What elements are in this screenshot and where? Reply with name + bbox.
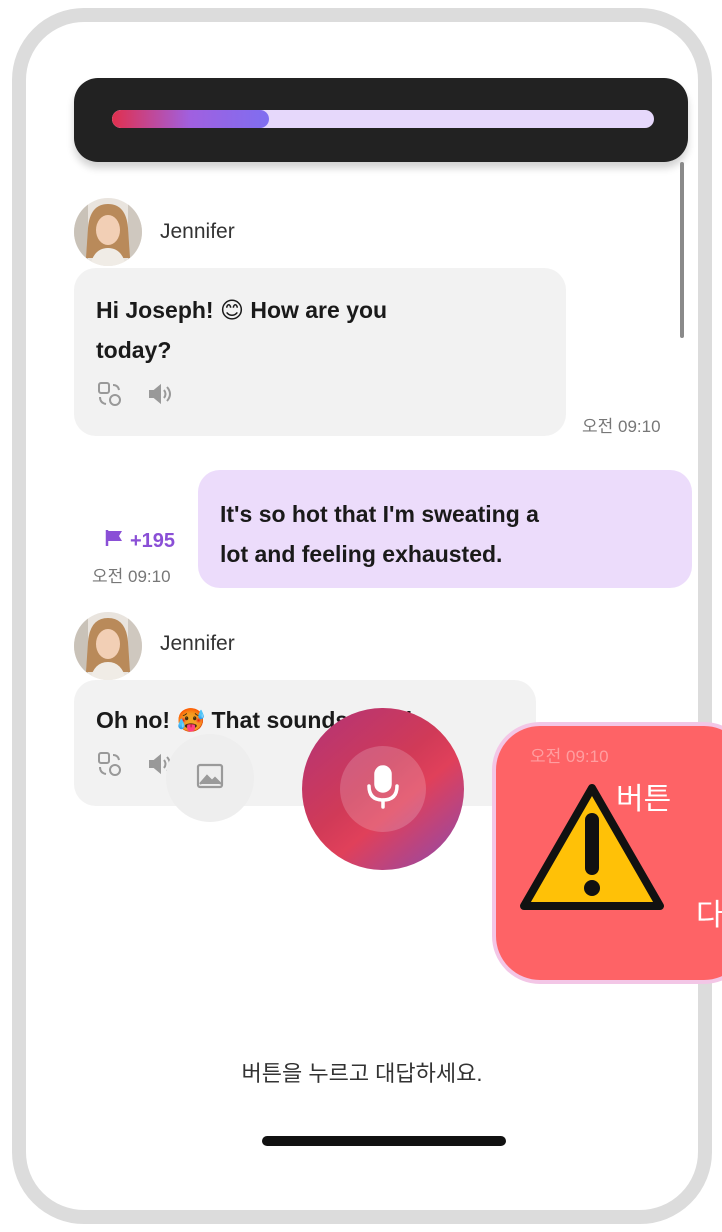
progress-fill bbox=[112, 110, 270, 128]
avatar-jennifer[interactable] bbox=[74, 198, 142, 266]
flag-icon bbox=[104, 528, 126, 554]
outgoing-message-bubble: It's so hot that I'm sweating a lot and … bbox=[198, 470, 692, 588]
warning-text-line1: 버튼 bbox=[616, 783, 672, 816]
message-text: Oh no! 🥵 That sounds rough. bbox=[96, 707, 427, 733]
progress-bar bbox=[112, 110, 654, 128]
microphone-icon bbox=[363, 764, 403, 815]
microphone-button-inner bbox=[340, 746, 426, 832]
message-time: 오전 09:10 bbox=[582, 417, 661, 436]
message-time: 오전 09:10 bbox=[530, 747, 609, 766]
voice-hint: 버튼을 누르고 대답하세요. bbox=[241, 1061, 483, 1086]
message-text: It's so hot that I'm sweating a lot and … bbox=[220, 501, 539, 567]
warning-overlay: 오전 09:10 버튼 다 bbox=[492, 722, 722, 984]
image-button[interactable] bbox=[166, 734, 254, 822]
message-tools bbox=[96, 750, 174, 783]
message-time: 오전 09:10 bbox=[92, 567, 171, 586]
home-indicator[interactable] bbox=[262, 1136, 506, 1146]
speaker-icon[interactable] bbox=[146, 380, 174, 413]
phone-frame: Jennifer Hi Joseph! 😊 How are you today?… bbox=[12, 8, 712, 1224]
avatar-jennifer[interactable] bbox=[74, 612, 142, 680]
image-icon bbox=[195, 761, 225, 796]
scrollbar[interactable] bbox=[680, 162, 684, 338]
sender-name: Jennifer bbox=[160, 220, 235, 243]
points-badge: +195 bbox=[104, 528, 175, 554]
incoming-message-bubble: Hi Joseph! 😊 How are you today? bbox=[74, 268, 566, 436]
message-text: Hi Joseph! 😊 How are you today? bbox=[96, 297, 388, 363]
points-value: +195 bbox=[130, 529, 176, 552]
microphone-button[interactable] bbox=[302, 708, 464, 870]
translate-icon[interactable] bbox=[96, 380, 124, 413]
progress-header bbox=[74, 78, 688, 162]
translate-icon[interactable] bbox=[96, 750, 124, 783]
sender-name: Jennifer bbox=[160, 632, 235, 655]
warning-text-line2: 다 bbox=[696, 899, 722, 932]
message-tools bbox=[96, 380, 174, 413]
